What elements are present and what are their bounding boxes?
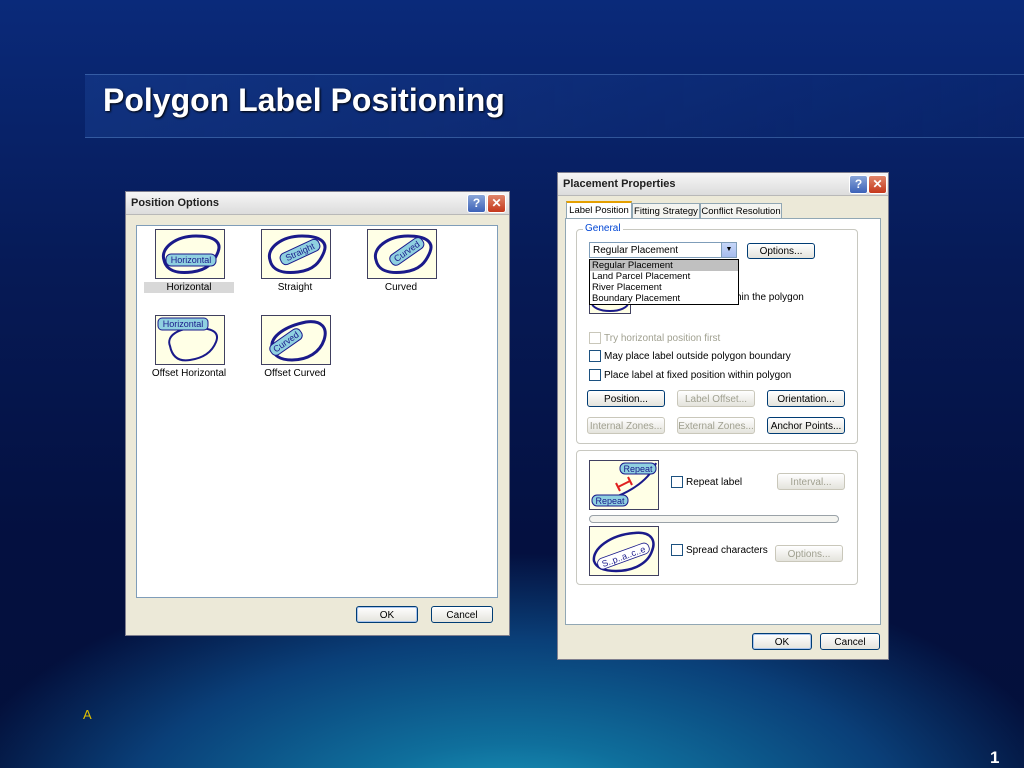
dropdown-item[interactable]: Land Parcel Placement xyxy=(590,271,738,282)
ok-button[interactable]: OK xyxy=(752,633,812,650)
cancel-button[interactable]: Cancel xyxy=(431,606,493,623)
polygon-icon: Curved xyxy=(373,234,433,274)
tab-strip: Label Position Fitting Strategy Conflict… xyxy=(566,201,886,220)
repeat-tile: Repeat Repeat xyxy=(589,460,659,510)
option-horizontal-tile[interactable]: Horizontal xyxy=(155,229,225,279)
help-icon[interactable]: ? xyxy=(467,194,486,213)
close-icon[interactable]: ✕ xyxy=(868,175,887,194)
repeat-icon: Repeat Repeat xyxy=(591,462,657,507)
checkbox-box xyxy=(589,332,601,344)
chevron-down-icon[interactable]: ▼ xyxy=(721,243,736,257)
footer-marker: A xyxy=(83,707,92,722)
placement-properties-dialog: Placement Properties ? ✕ Label Position … xyxy=(557,172,889,660)
spread-tile: S..p..a..c..e xyxy=(589,526,659,576)
option-offset-horizontal-label[interactable]: Offset Horizontal xyxy=(144,368,234,379)
try-horizontal-checkbox[interactable]: Try horizontal position first xyxy=(589,332,720,344)
separator-bar xyxy=(589,515,839,523)
polygon-icon: Curved xyxy=(269,320,327,362)
option-curved-tile[interactable]: Curved xyxy=(367,229,437,279)
anchor-points-button[interactable]: Anchor Points... xyxy=(767,417,845,434)
close-icon[interactable]: ✕ xyxy=(487,194,506,213)
position-options-dialog: Position Options ? ✕ Horizontal Horizont… xyxy=(125,191,510,636)
combo-value: Regular Placement xyxy=(593,245,679,256)
checkbox-box xyxy=(671,476,683,488)
option-curved-label[interactable]: Curved xyxy=(356,282,446,293)
partial-radio-label: hin the polygon xyxy=(736,292,804,303)
checkbox-label: Try horizontal position first xyxy=(604,332,721,344)
position-options-titlebar[interactable]: Position Options ? ✕ xyxy=(126,192,509,215)
tab-panel: General Regular Placement ▼ Options... h… xyxy=(565,218,881,625)
checkbox-box xyxy=(671,544,683,556)
checkbox-label: Place label at fixed position within pol… xyxy=(604,369,792,381)
tile-text: Repeat xyxy=(595,496,625,506)
dropdown-item[interactable]: Regular Placement xyxy=(590,260,738,271)
dialog-title: Position Options xyxy=(131,197,219,209)
placement-properties-titlebar[interactable]: Placement Properties ? ✕ xyxy=(558,173,888,196)
general-group-title: General xyxy=(583,223,623,234)
option-offset-curved-label[interactable]: Offset Curved xyxy=(250,368,340,379)
options-panel: Horizontal Horizontal Straight Straight … xyxy=(136,225,498,598)
checkbox-box xyxy=(589,369,601,381)
polygon-icon: Straight xyxy=(267,234,327,274)
placement-dropdown[interactable]: Regular Placement Land Parcel Placement … xyxy=(589,259,739,305)
tab-fitting-strategy[interactable]: Fitting Strategy xyxy=(632,203,700,219)
ok-button[interactable]: OK xyxy=(356,606,418,623)
dropdown-item[interactable]: Boundary Placement xyxy=(590,293,738,304)
spread-characters-checkbox[interactable]: Spread characters xyxy=(671,544,768,556)
spread-options-button[interactable]: Options... xyxy=(775,545,843,562)
tab-conflict-resolution[interactable]: Conflict Resolution xyxy=(700,203,782,219)
help-icon[interactable]: ? xyxy=(849,175,868,194)
interval-button[interactable]: Interval... xyxy=(777,473,845,490)
label-offset-button[interactable]: Label Offset... xyxy=(677,390,755,407)
option-offset-curved-tile[interactable]: Curved xyxy=(261,315,331,365)
spread-icon: S..p..a..c..e xyxy=(592,531,655,573)
option-offset-horizontal-tile[interactable]: Horizontal xyxy=(155,315,225,365)
checkbox-box xyxy=(589,350,601,362)
polygon-icon: Horizontal xyxy=(161,234,221,274)
may-place-outside-checkbox[interactable]: May place label outside polygon boundary xyxy=(589,350,791,362)
tile-text: Horizontal xyxy=(171,255,212,265)
fixed-position-checkbox[interactable]: Place label at fixed position within pol… xyxy=(589,369,791,381)
external-zones-button[interactable]: External Zones... xyxy=(677,417,755,434)
dropdown-item[interactable]: River Placement xyxy=(590,282,738,293)
options-button[interactable]: Options... xyxy=(747,243,815,259)
tile-text: Straight xyxy=(284,241,317,263)
dialog-title: Placement Properties xyxy=(563,178,676,190)
internal-zones-button[interactable]: Internal Zones... xyxy=(587,417,665,434)
placement-combo[interactable]: Regular Placement ▼ xyxy=(589,242,737,258)
option-straight-label[interactable]: Straight xyxy=(250,282,340,293)
repeat-label-checkbox[interactable]: Repeat label xyxy=(671,476,742,488)
cancel-button[interactable]: Cancel xyxy=(820,633,880,650)
repeat-spread-group: Repeat Repeat Repeat label Interval... S… xyxy=(576,450,858,585)
checkbox-label: Spread characters xyxy=(686,544,768,556)
position-button[interactable]: Position... xyxy=(587,390,665,407)
tile-text: Repeat xyxy=(623,464,653,474)
option-straight-tile[interactable]: Straight xyxy=(261,229,331,279)
checkbox-label: May place label outside polygon boundary xyxy=(604,350,791,362)
option-horizontal-label[interactable]: Horizontal xyxy=(144,282,234,293)
orientation-button[interactable]: Orientation... xyxy=(767,390,845,407)
slide-title: Polygon Label Positioning xyxy=(103,82,505,118)
page-number: 1 xyxy=(990,748,1000,767)
general-group: General Regular Placement ▼ Options... h… xyxy=(576,223,858,444)
polygon-icon: Horizontal xyxy=(157,317,218,362)
tile-text: Horizontal xyxy=(163,319,204,329)
checkbox-label: Repeat label xyxy=(686,476,743,488)
